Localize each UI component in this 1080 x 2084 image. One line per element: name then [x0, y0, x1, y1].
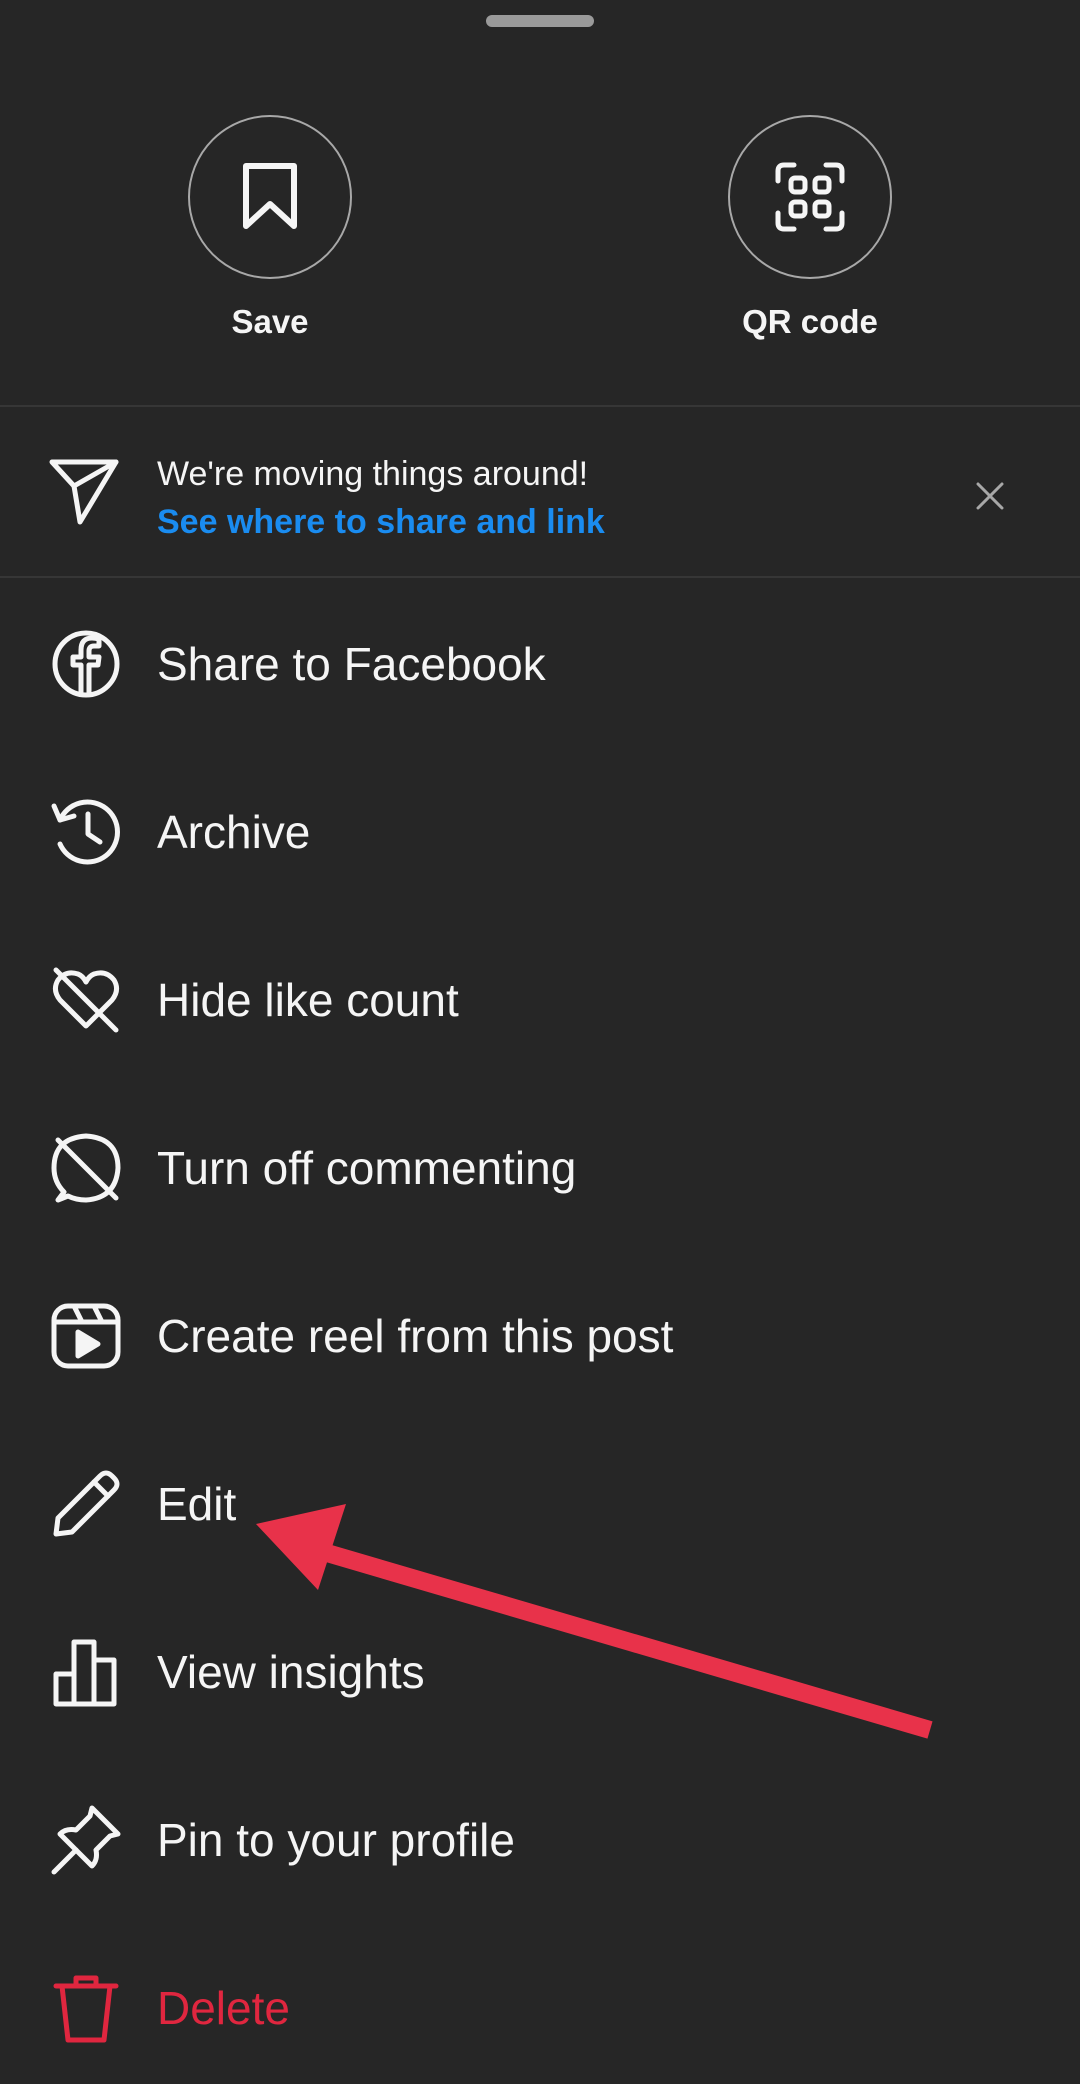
menu-item-hide-like-count[interactable]: Hide like count	[0, 916, 1080, 1084]
menu-item-label: View insights	[157, 1646, 425, 1698]
qr-code-icon	[775, 162, 845, 232]
trash-icon	[46, 1968, 126, 2048]
qr-code-label: QR code	[742, 303, 878, 340]
divider	[0, 576, 1080, 578]
menu-item-delete[interactable]: Delete	[0, 1924, 1080, 2084]
share-notice-banner: We're moving things around! See where to…	[0, 408, 1080, 576]
menu-item-label: Edit	[157, 1478, 237, 1530]
menu-item-pin-to-profile[interactable]: Pin to your profile	[0, 1756, 1080, 1924]
menu-item-view-insights[interactable]: View insights	[0, 1588, 1080, 1756]
notice-link[interactable]: See where to share and link	[157, 498, 605, 546]
menu-item-label: Turn off commenting	[157, 1142, 577, 1194]
menu-item-label: Hide like count	[157, 974, 459, 1026]
pin-icon	[46, 1800, 126, 1880]
menu-item-turn-off-commenting[interactable]: Turn off commenting	[0, 1084, 1080, 1252]
paper-plane-icon	[48, 456, 120, 533]
bottom-sheet: Save QR code We're moving things around!…	[0, 0, 1080, 2084]
save-circle[interactable]	[188, 115, 352, 279]
bookmark-icon	[243, 163, 297, 229]
menu-item-share-to-facebook[interactable]: Share to Facebook	[0, 580, 1080, 748]
menu-item-create-reel[interactable]: Create reel from this post	[0, 1252, 1080, 1420]
menu-item-archive[interactable]: Archive	[0, 748, 1080, 916]
reel-icon	[46, 1296, 126, 1376]
heart-off-icon	[46, 960, 126, 1040]
qr-code-button[interactable]: QR code	[725, 115, 895, 341]
qr-code-circle[interactable]	[728, 115, 892, 279]
menu-item-label: Pin to your profile	[157, 1814, 515, 1866]
divider	[0, 405, 1080, 407]
menu-item-label: Share to Facebook	[157, 638, 546, 690]
menu-item-label: Create reel from this post	[157, 1310, 674, 1362]
save-label: Save	[231, 303, 309, 340]
archive-history-icon	[46, 792, 126, 872]
close-icon[interactable]	[968, 474, 1012, 518]
drag-handle[interactable]	[486, 15, 594, 27]
bar-chart-icon	[46, 1632, 126, 1712]
menu-item-label: Archive	[157, 806, 311, 858]
pencil-icon	[46, 1464, 126, 1544]
comment-off-icon	[46, 1128, 126, 1208]
notice-title: We're moving things around!	[157, 455, 589, 493]
menu-item-label: Delete	[157, 1982, 290, 2034]
facebook-icon	[46, 624, 126, 704]
save-button[interactable]: Save	[185, 115, 355, 341]
menu-item-edit[interactable]: Edit	[0, 1420, 1080, 1588]
